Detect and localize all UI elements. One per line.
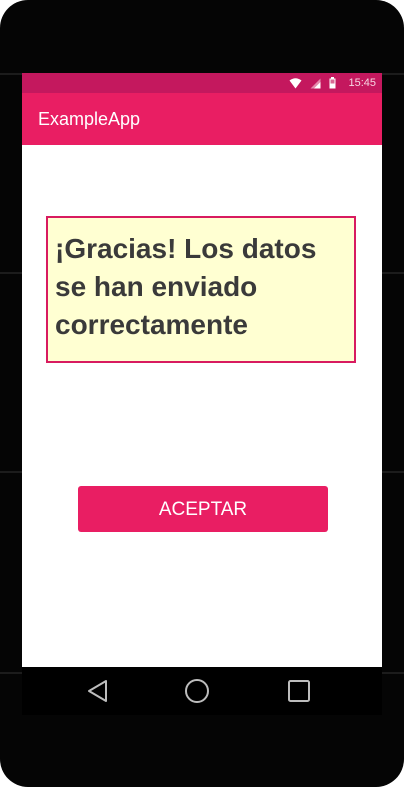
- confirmation-message-box: ¡Gracias! Los datos se han enviado corre…: [46, 216, 356, 363]
- app-bar: ExampleApp: [22, 93, 382, 145]
- app-title: ExampleApp: [38, 109, 141, 129]
- wifi-icon: [289, 77, 302, 88]
- battery-icon: [329, 77, 336, 89]
- device-frame: 15:45 ExampleApp ¡Gracias! Los datos se …: [0, 0, 404, 787]
- back-icon[interactable]: [81, 675, 113, 707]
- recents-icon[interactable]: [283, 675, 315, 707]
- status-icons: 15:45: [289, 76, 376, 90]
- app-screen: 15:45 ExampleApp ¡Gracias! Los datos se …: [22, 73, 382, 667]
- cell-signal-icon: [310, 78, 321, 88]
- navigation-bar: [22, 667, 382, 715]
- accept-button[interactable]: ACEPTAR: [78, 486, 328, 532]
- status-time: 15:45: [348, 77, 376, 89]
- home-icon[interactable]: [181, 675, 213, 707]
- confirmation-message-text: ¡Gracias! Los datos se han enviado corre…: [55, 233, 317, 340]
- status-bar: 15:45: [22, 73, 382, 93]
